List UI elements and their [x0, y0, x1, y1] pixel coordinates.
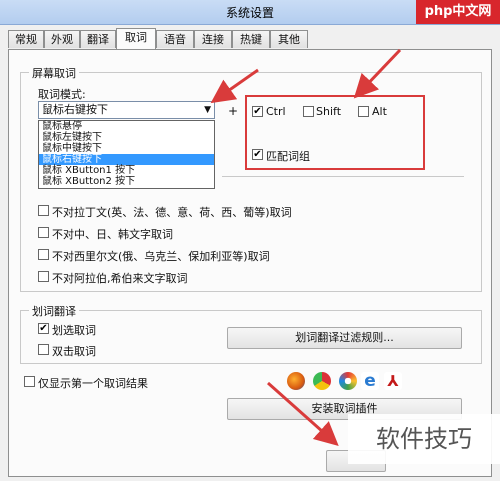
dropdown-option[interactable]: 鼠标 XButton2 按下 — [39, 176, 214, 187]
double-click-label: 双击取词 — [52, 345, 96, 358]
shift-label: Shift — [316, 105, 342, 118]
alt-label: Alt — [372, 105, 387, 118]
cyrillic-checkbox[interactable] — [38, 249, 49, 260]
tab-voice[interactable]: 语音 — [156, 30, 194, 48]
tab-capture[interactable]: 取词 — [116, 28, 156, 49]
screen-capture-label: 屏幕取词 — [29, 65, 79, 81]
mode-select[interactable]: 鼠标右键按下 ▼ — [38, 101, 215, 119]
cjk-label: 不对中、日、韩文字取词 — [52, 228, 173, 241]
cyrillic-label: 不对西里尔文(俄、乌克兰、保加利亚等)取词 — [52, 250, 270, 263]
mode-label: 取词模式: — [38, 88, 86, 101]
dropdown-option[interactable]: 鼠标左键按下 — [39, 132, 214, 143]
tab-translate[interactable]: 翻译 — [80, 30, 116, 48]
tab-general[interactable]: 常规 — [8, 30, 44, 48]
first-only-label: 仅显示第一个取词结果 — [38, 377, 148, 390]
acrobat-icon[interactable]: ⅄ — [384, 372, 402, 390]
chevron-down-icon: ▼ — [204, 105, 211, 115]
match-phrase-label: 匹配词组 — [266, 150, 310, 163]
ctrl-checkbox[interactable]: ✔ — [252, 106, 263, 117]
tab-hotkey[interactable]: 热键 — [232, 30, 270, 48]
mode-dropdown-list: 鼠标悬停 鼠标左键按下 鼠标中键按下 鼠标右键按下 鼠标 XButton1 按下… — [38, 120, 215, 189]
cjk-checkbox[interactable] — [38, 227, 49, 238]
watermark-logo: php中文网 — [416, 0, 500, 24]
ctrl-label: Ctrl — [266, 105, 286, 118]
divider — [222, 176, 464, 177]
filter-rules-button[interactable]: 划词翻译过滤规则... — [227, 327, 462, 349]
browser-360-icon[interactable] — [339, 372, 357, 390]
ie-icon[interactable]: e — [361, 372, 379, 390]
tab-appearance[interactable]: 外观 — [44, 30, 80, 48]
select-capture-label: 划选取词 — [52, 324, 96, 337]
first-only-checkbox[interactable] — [24, 376, 35, 387]
match-phrase-checkbox[interactable]: ✔ — [252, 149, 263, 160]
tab-other[interactable]: 其他 — [270, 30, 308, 48]
dropdown-option-selected[interactable]: 鼠标右键按下 — [39, 154, 214, 165]
latin-checkbox[interactable] — [38, 205, 49, 216]
latin-label: 不对拉丁文(英、法、德、意、荷、西、葡等)取词 — [52, 206, 292, 219]
arabic-checkbox[interactable] — [38, 271, 49, 282]
dropdown-option[interactable]: 鼠标悬停 — [39, 121, 214, 132]
dropdown-option[interactable]: 鼠标中键按下 — [39, 143, 214, 154]
dropdown-option[interactable]: 鼠标 XButton1 按下 — [39, 165, 214, 176]
firefox-icon[interactable] — [287, 372, 305, 390]
plus-sign: + — [228, 104, 239, 118]
double-click-checkbox[interactable] — [38, 344, 49, 355]
select-translate-label: 划词翻译 — [29, 303, 79, 319]
select-capture-checkbox[interactable]: ✔ — [38, 323, 49, 334]
mode-select-value: 鼠标右键按下 — [42, 103, 108, 116]
shift-checkbox[interactable] — [303, 106, 314, 117]
chrome-icon[interactable] — [313, 372, 331, 390]
arabic-label: 不对阿拉伯,希伯来文字取词 — [52, 272, 188, 285]
tab-connect[interactable]: 连接 — [194, 30, 232, 48]
alt-checkbox[interactable] — [358, 106, 369, 117]
watermark-text: 软件技巧 — [348, 414, 500, 464]
